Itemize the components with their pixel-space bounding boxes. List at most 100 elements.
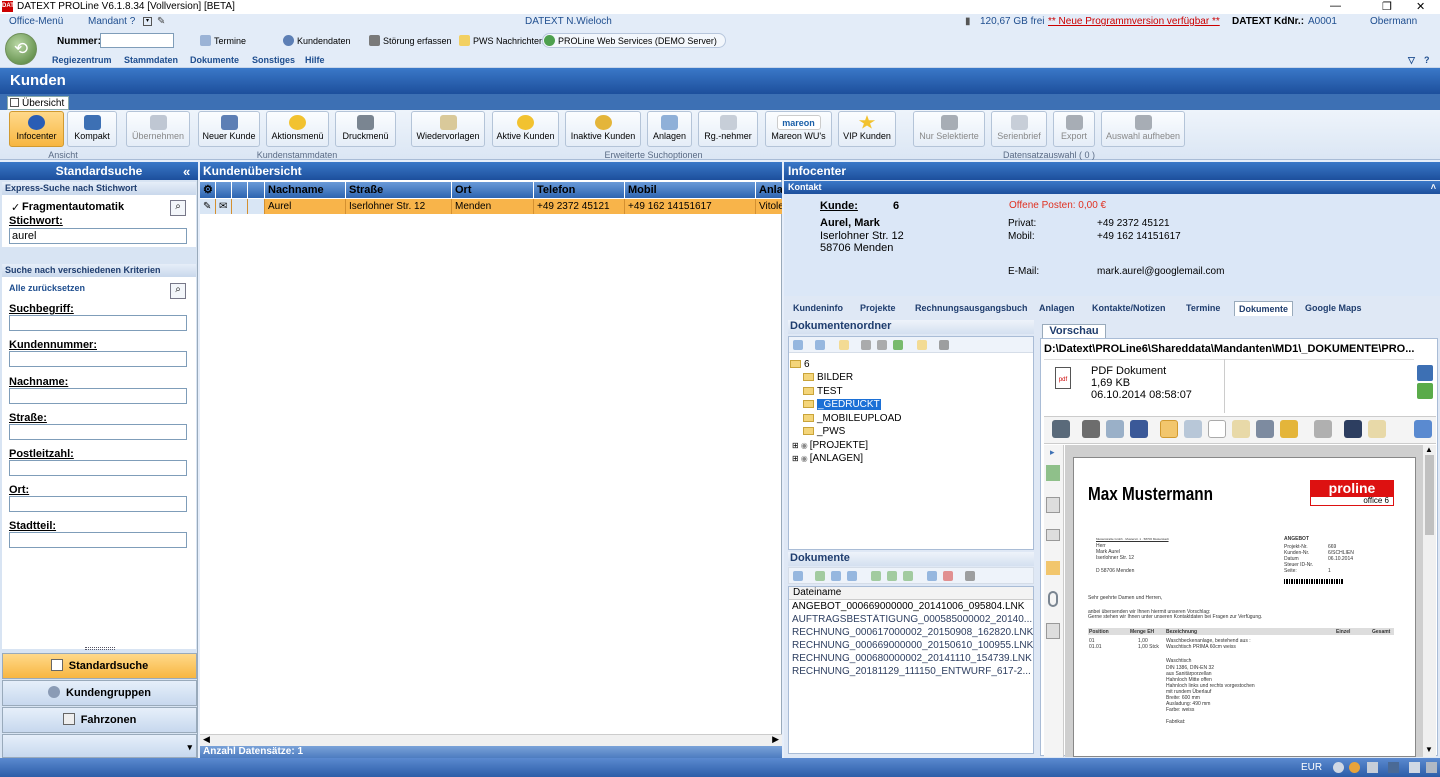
scroll-up-icon[interactable]: ▲ (1425, 445, 1433, 454)
tree-item[interactable]: TEST (803, 386, 843, 397)
plz-input[interactable] (9, 460, 187, 476)
bookmark-icon[interactable] (1368, 420, 1386, 438)
tree-item[interactable]: ⊞ ◉ [PROJEKTE] (792, 440, 868, 451)
col-dateiname[interactable]: Dateiname (789, 587, 1033, 600)
refresh-icon[interactable] (793, 571, 803, 581)
horizontal-scrollbar[interactable]: ◀ ▶ (200, 734, 782, 746)
search-icon[interactable]: ⌕ (170, 200, 186, 216)
chevron-right-icon[interactable]: ▸ (1050, 447, 1055, 458)
delete-icon[interactable] (943, 571, 953, 581)
delete-icon[interactable] (939, 340, 949, 350)
aktionsmenu-button[interactable]: Aktionsmenü (266, 111, 329, 147)
minimize-button[interactable]: — (1330, 0, 1341, 12)
expand-icon[interactable]: ⊞ (792, 441, 799, 450)
check-icon[interactable]: ✓ (11, 201, 20, 214)
tab-google-maps[interactable]: Google Maps (1305, 303, 1362, 313)
expand-icon[interactable]: ⊞ (792, 454, 799, 463)
collapse-icon[interactable]: « (183, 164, 190, 179)
tab-termine[interactable]: Termine (1186, 303, 1220, 313)
tab-kontakte[interactable]: Kontakte/Notizen (1092, 303, 1166, 313)
folder-add-icon[interactable] (893, 340, 903, 350)
maximize-button[interactable]: ❐ (1382, 0, 1392, 13)
infocenter-button[interactable]: Infocenter (9, 111, 64, 147)
neuer-kunde-button[interactable]: Neuer Kunde (198, 111, 260, 147)
wiedervorlagen-button[interactable]: Wiedervorlagen (411, 111, 485, 147)
refresh-icon[interactable] (815, 340, 825, 350)
list-item[interactable]: ANGEBOT_000669000000_20141006_095804.LNK (792, 601, 1034, 612)
home-icon[interactable]: ⟲ (5, 33, 37, 65)
tab-rechnungsausgangsbuch[interactable]: Rechnungsausgangsbuch (915, 303, 1028, 313)
tree-item[interactable]: ⊞ ◉ [ANLAGEN] (792, 453, 863, 464)
ort-input[interactable] (9, 496, 187, 512)
inaktive-kunden-button[interactable]: Inaktive Kunden (565, 111, 641, 147)
tree-item-selected[interactable]: _GEDRUCKT (803, 399, 881, 410)
zoom-icon[interactable] (1184, 420, 1202, 438)
save-icon[interactable] (793, 340, 803, 350)
splitter-handle[interactable] (85, 647, 115, 650)
check-icon[interactable] (815, 571, 825, 581)
nav-standardsuche[interactable]: Standardsuche (2, 653, 197, 679)
nav-fahrzonen[interactable]: Fahrzonen (2, 707, 197, 733)
monitor-icon[interactable] (1388, 762, 1399, 773)
cursor-icon[interactable] (1208, 420, 1226, 438)
scan-icon[interactable] (903, 571, 913, 581)
nur-selektierte-button[interactable]: Nur Selektierte (913, 111, 985, 147)
export-button[interactable]: Export (1053, 111, 1095, 147)
print-icon[interactable] (1082, 420, 1100, 438)
kundennummer-input[interactable] (9, 351, 187, 367)
edit-icon[interactable]: ✎ (157, 16, 165, 27)
dropdown-icon[interactable]: ▾ (143, 17, 152, 26)
col-anlagen[interactable]: Anlag (756, 182, 782, 198)
hand-icon[interactable] (1160, 420, 1178, 438)
office-menu[interactable]: Office-Menü (9, 16, 63, 27)
envelope-icon[interactable]: ✉ (216, 199, 232, 214)
tray-icon[interactable] (1426, 762, 1437, 773)
pws-link[interactable]: PWS Nachrichten (459, 35, 544, 46)
mail-icon[interactable] (847, 571, 857, 581)
scroll-down-icon[interactable]: ▼ (1425, 745, 1433, 754)
scroll-thumb[interactable] (1425, 455, 1434, 535)
strasse-input[interactable] (9, 424, 187, 440)
tab-kundeninfo[interactable]: Kundeninfo (793, 303, 843, 313)
col-telefon[interactable]: Telefon (534, 182, 625, 198)
auswahl-aufheben-button[interactable]: Auswahl aufheben (1101, 111, 1185, 147)
serienbrief-button[interactable]: Serienbrief (991, 111, 1047, 147)
menu-dokumente[interactable]: Dokumente (190, 55, 239, 65)
tab-anlagen[interactable]: Anlagen (1039, 303, 1075, 313)
pencil-icon[interactable]: ✎ (200, 199, 216, 214)
col-nachname[interactable]: Nachname (265, 182, 346, 198)
list-item[interactable]: AUFTRAGSBESTÄTIGUNG_000585000002_20140..… (792, 614, 1034, 625)
document-icon[interactable] (1046, 497, 1060, 513)
vip-kunden-button[interactable]: VIP Kunden (838, 111, 896, 147)
stichwort-input[interactable]: aurel (9, 228, 187, 244)
aktive-kunden-button[interactable]: Aktive Kunden (492, 111, 559, 147)
email-value[interactable]: mark.aurel@googlemail.com (1097, 266, 1224, 277)
menu-hilfe[interactable]: Hilfe (305, 55, 325, 65)
facebook-icon[interactable] (1130, 420, 1148, 438)
search-icon[interactable]: ⌕ (170, 283, 186, 299)
tree-item[interactable]: BILDER (803, 372, 853, 383)
close-button[interactable]: ✕ (1416, 0, 1425, 13)
suchbegriff-input[interactable] (9, 315, 187, 331)
rg-nehmer-button[interactable]: Rg.-nehmer (698, 111, 758, 147)
nav-more[interactable]: ▾ (2, 734, 197, 758)
search-icon[interactable] (1344, 420, 1362, 438)
tree-root[interactable]: 6 (790, 359, 810, 370)
new-doc-icon[interactable] (871, 571, 881, 581)
list-item[interactable]: RECHNUNG_000669000000_20150610_100955.LN… (792, 640, 1034, 651)
tab-vorschau[interactable]: Vorschau (1042, 324, 1106, 339)
scroll-left-icon[interactable]: ◀ (203, 734, 210, 745)
druckmenu-button[interactable]: Druckmenü (335, 111, 396, 147)
list-item[interactable]: RECHNUNG_000680000002_20141110_154739.LN… (792, 653, 1034, 664)
cd-icon[interactable] (1333, 762, 1344, 773)
scroll-right-icon[interactable]: ▶ (772, 734, 779, 745)
folder-up-icon[interactable] (839, 340, 849, 350)
keyboard-icon[interactable] (1367, 762, 1378, 773)
copy-icon[interactable] (965, 571, 975, 581)
save-icon[interactable] (1052, 420, 1070, 438)
col-ort[interactable]: Ort (452, 182, 534, 198)
sign-icon[interactable] (1314, 420, 1332, 438)
attachment-icon[interactable] (1048, 591, 1058, 607)
vertical-scrollbar[interactable]: ▲ ▼ (1423, 445, 1436, 757)
save-icon[interactable] (1417, 365, 1433, 381)
